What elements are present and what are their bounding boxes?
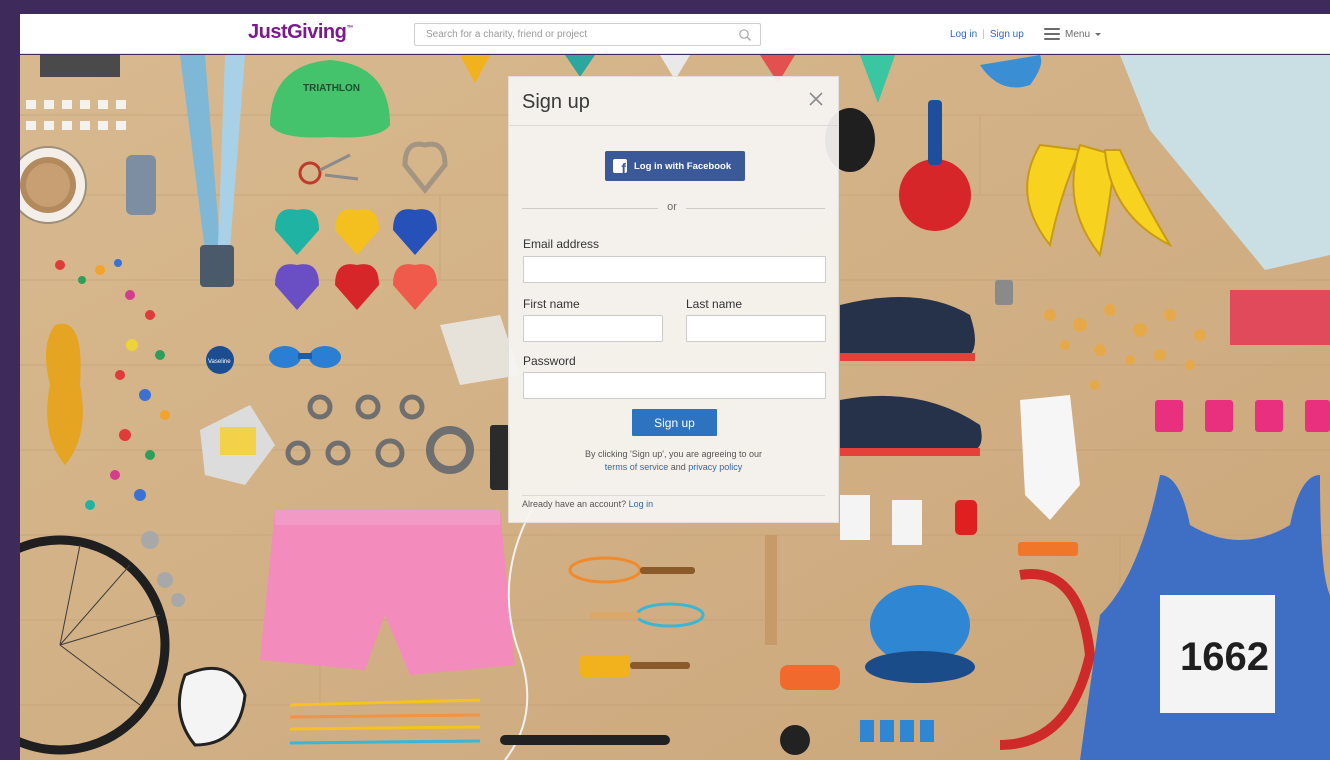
sunglasses	[780, 665, 840, 690]
already-account-text: Already have an account?	[522, 499, 627, 509]
email-field[interactable]	[524, 257, 825, 282]
bike-pump	[500, 735, 670, 745]
last-name-field-wrap	[686, 315, 826, 342]
terms-notice: By clicking 'Sign up', you are agreeing …	[509, 448, 838, 474]
menu-label: Menu	[1065, 28, 1091, 40]
triathlon-text: TRIATHLON	[303, 83, 360, 94]
header-signup-link[interactable]: Sign up	[990, 29, 1024, 40]
last-name-label: Last name	[686, 297, 743, 311]
site-header: JustGiving™ Log in | Sign up Menu	[20, 14, 1330, 54]
phone	[490, 425, 510, 490]
account-links: Log in | Sign up	[950, 29, 1024, 40]
header-login-link[interactable]: Log in	[950, 29, 977, 40]
light	[1018, 542, 1078, 556]
sunglasses-case	[40, 55, 120, 77]
window-frame-top	[0, 0, 1330, 14]
link-separator: |	[982, 29, 985, 40]
cap	[865, 585, 975, 683]
email-field-wrap	[523, 256, 826, 283]
justgiving-logo[interactable]: JustGiving™	[248, 21, 353, 44]
tape-roll	[126, 155, 156, 215]
menu-button[interactable]: Menu	[1044, 24, 1102, 44]
email-label: Email address	[523, 237, 600, 251]
password-field[interactable]	[524, 373, 825, 398]
bike-horn	[780, 725, 810, 755]
search-icon[interactable]	[738, 28, 752, 42]
modal-title: Sign up	[522, 91, 590, 113]
footer-divider	[522, 495, 825, 496]
chevron-down-icon	[1095, 33, 1102, 36]
terms-links-line: terms of service and privacy policy	[509, 461, 838, 474]
window-frame-left	[0, 0, 20, 760]
or-divider: or	[522, 201, 825, 215]
password-label: Password	[523, 354, 576, 368]
hamburger-icon	[1044, 28, 1060, 40]
terms-and: and	[670, 462, 686, 472]
terms-of-service-link[interactable]: terms of service	[605, 462, 669, 472]
first-name-label: First name	[523, 297, 580, 311]
title-divider	[509, 125, 838, 126]
signup-modal: Sign up f Log in with Facebook or Email …	[508, 76, 839, 523]
logo-trademark: ™	[346, 25, 353, 32]
password-field-wrap	[523, 372, 826, 399]
first-name-field[interactable]	[524, 316, 662, 341]
privacy-policy-link[interactable]: privacy policy	[688, 462, 742, 472]
close-icon[interactable]	[808, 91, 824, 107]
vaseline-text: Vaseline	[208, 359, 231, 365]
modal-login-link[interactable]: Log in	[629, 499, 654, 509]
spatula-handle	[765, 535, 777, 645]
facebook-login-label: Log in with Facebook	[634, 160, 732, 172]
padlock	[995, 280, 1013, 305]
race-number-text: 1662	[1180, 635, 1269, 679]
signup-submit-button[interactable]: Sign up	[632, 409, 717, 436]
coffee-cup	[20, 146, 87, 224]
facebook-login-button[interactable]: f Log in with Facebook	[605, 151, 745, 181]
logo-text: JustGiving	[248, 21, 347, 43]
last-name-field[interactable]	[687, 316, 825, 341]
terms-prefix: By clicking 'Sign up', you are agreeing …	[584, 449, 763, 459]
search-input[interactable]	[415, 24, 760, 45]
or-text: or	[667, 201, 677, 213]
facebook-icon: f	[613, 159, 627, 173]
first-name-field-wrap	[523, 315, 663, 342]
already-account-row: Already have an account? Log in	[522, 499, 653, 509]
popcorn-box	[1230, 290, 1330, 345]
search-box	[414, 23, 761, 46]
